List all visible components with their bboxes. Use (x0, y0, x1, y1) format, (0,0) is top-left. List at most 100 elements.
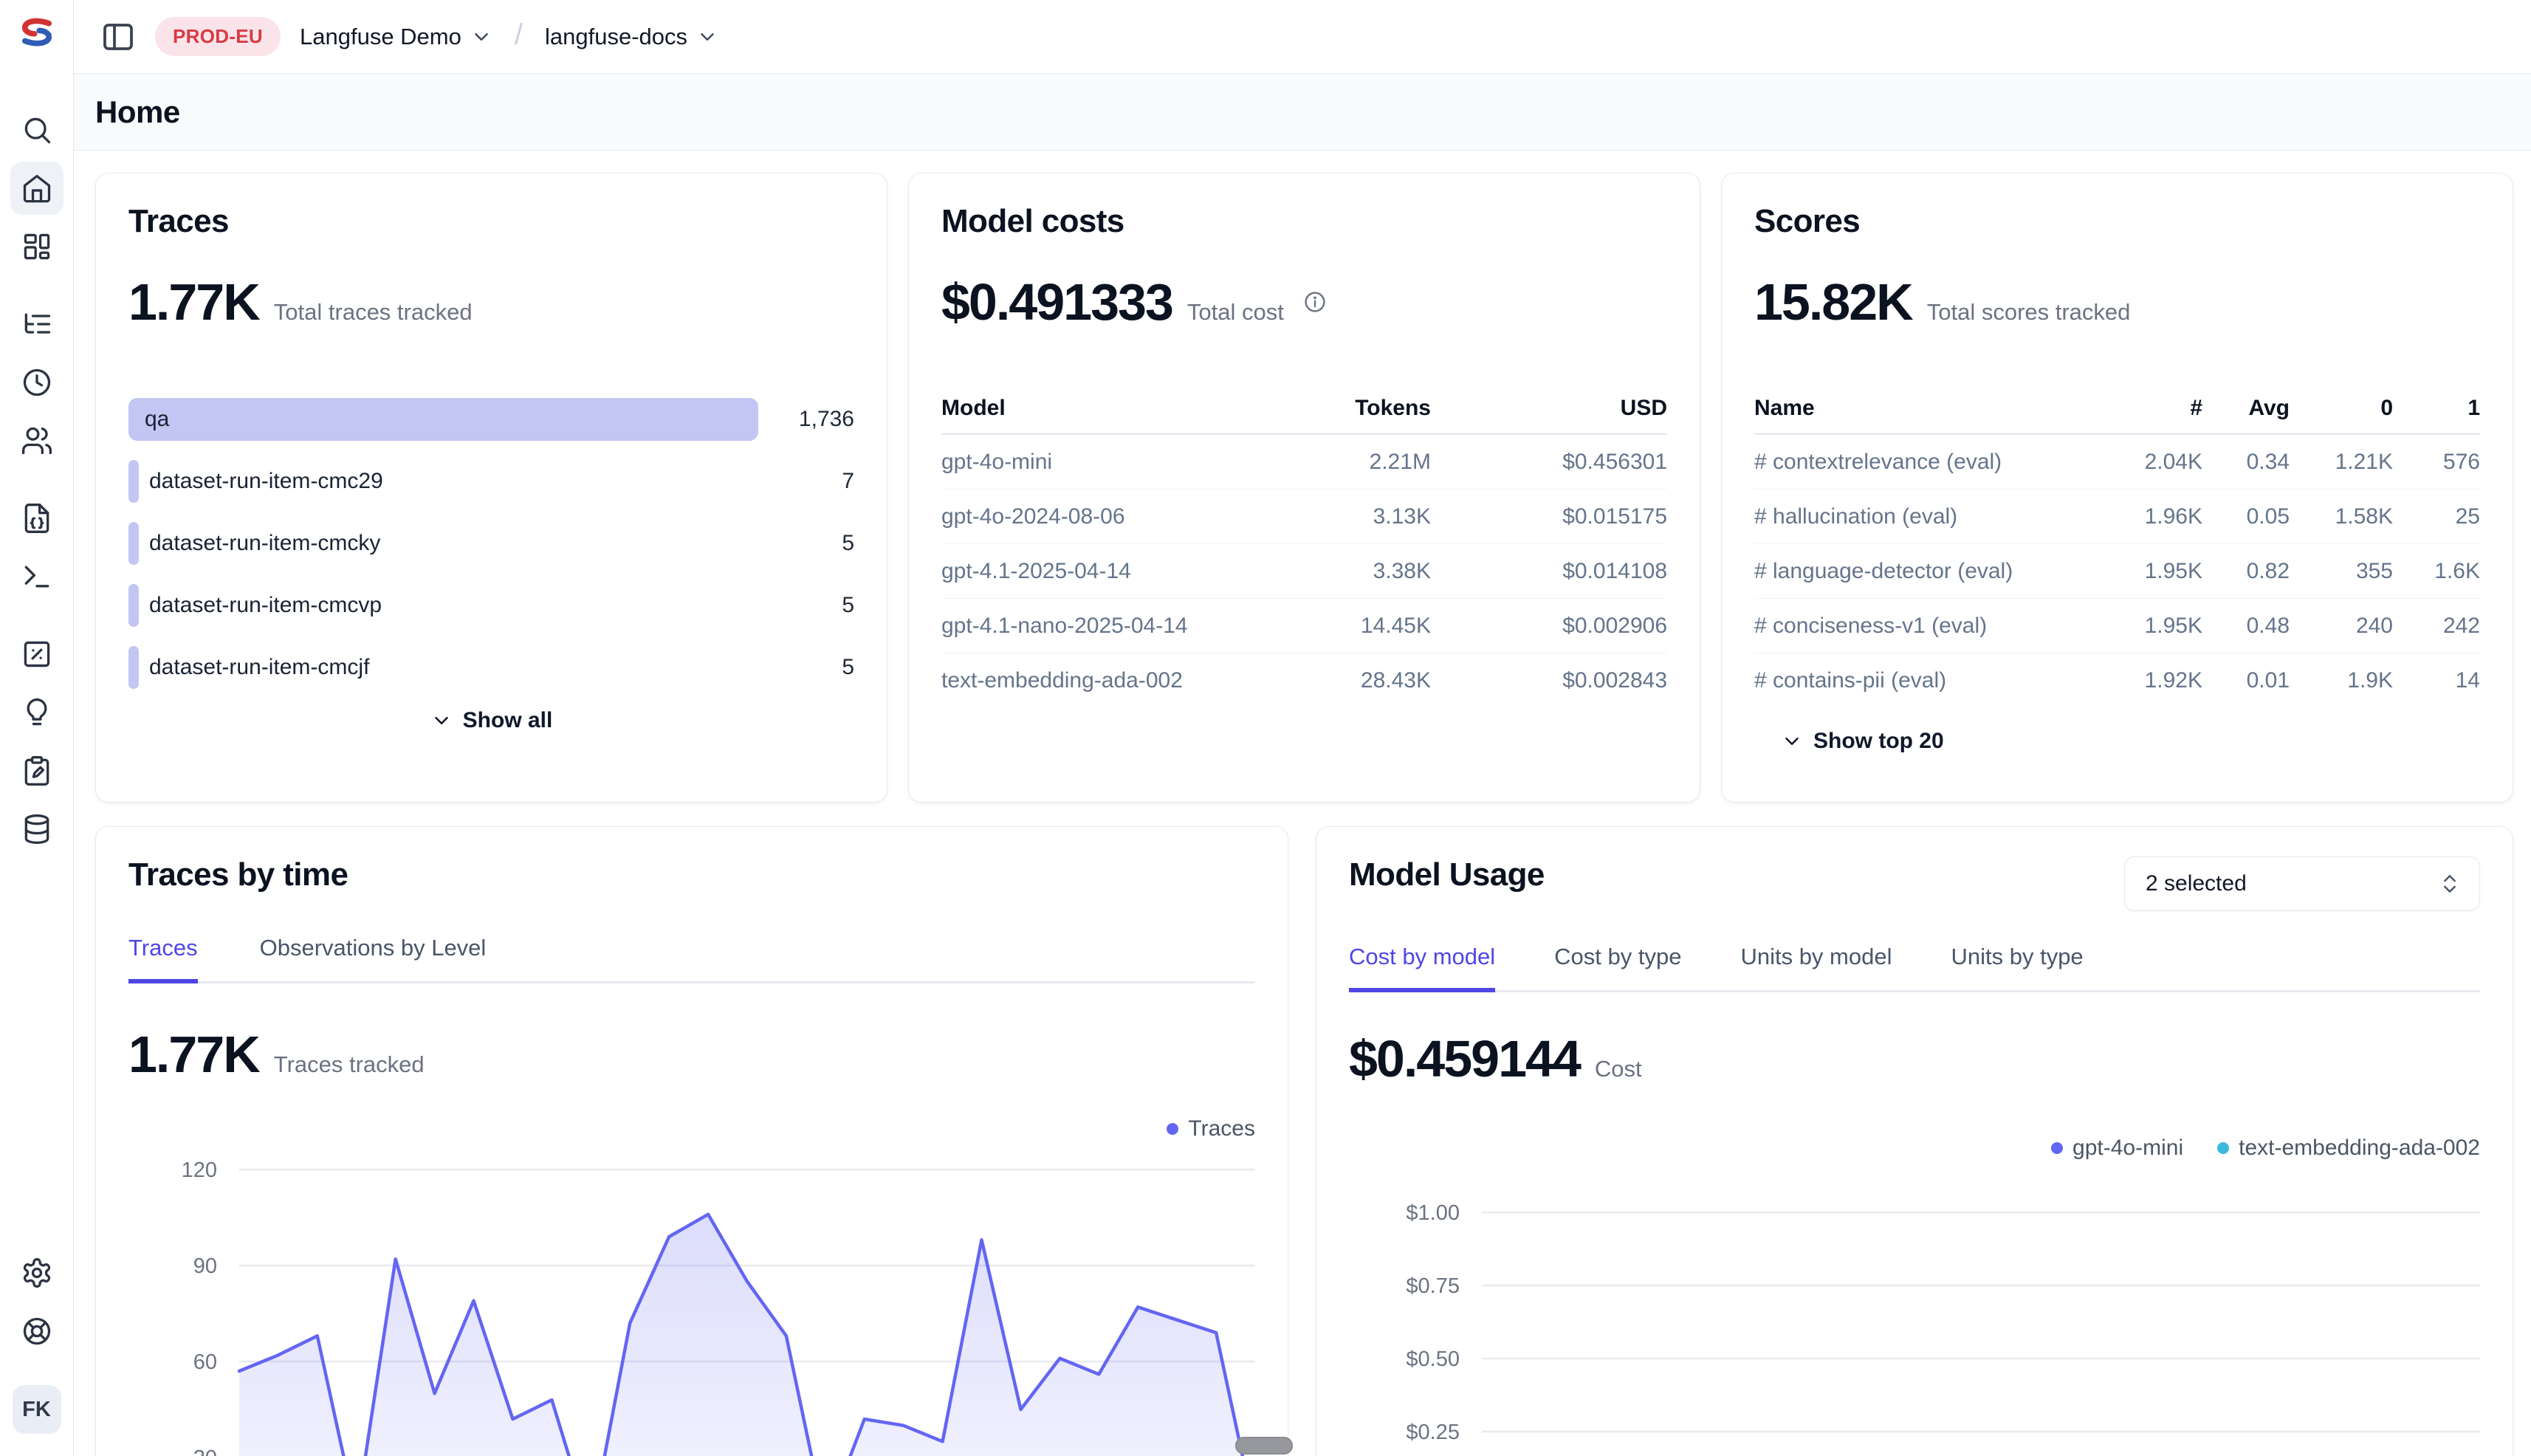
bar-fill (128, 398, 758, 441)
scrollbar-thumb[interactable] (1235, 1437, 1293, 1455)
cell-tokens: 3.13K (1224, 504, 1431, 529)
model-costs-metric-label: Total cost (1187, 299, 1284, 326)
cell-name: # contextrelevance (eval) (1754, 450, 2092, 475)
tab-units-by-type[interactable]: Units by type (1951, 944, 2083, 992)
traces-by-time-card: Traces by time TracesObservations by Lev… (95, 826, 1288, 1456)
sidebar-toggle-icon[interactable] (100, 19, 136, 55)
cell-usd: $0.015175 (1431, 504, 1667, 529)
avatar[interactable]: FK (13, 1385, 61, 1434)
legend-dot-icon (1167, 1123, 1178, 1135)
cell-zero: 355 (2290, 559, 2393, 584)
trace-bar-row[interactable]: dataset-run-item-cmcjf5 (128, 646, 854, 689)
svg-text:$0.75: $0.75 (1406, 1274, 1460, 1298)
org-switcher[interactable]: Langfuse Demo (300, 24, 492, 50)
bar-fill (128, 522, 139, 565)
settings-gear-icon[interactable] (10, 1246, 63, 1299)
clock-icon[interactable] (10, 356, 63, 409)
scores-title: Scores (1754, 203, 2480, 240)
bar-fill (128, 584, 139, 627)
square-percent-icon[interactable] (10, 628, 63, 681)
cell-avg: 0.48 (2202, 614, 2290, 639)
model-costs-title: Model costs (941, 203, 1667, 240)
cell-tokens: 28.43K (1224, 668, 1431, 693)
terminal-icon[interactable] (10, 550, 63, 603)
database-icon[interactable] (10, 803, 63, 856)
tab-cost-by-type[interactable]: Cost by type (1554, 944, 1681, 992)
show-all-button[interactable]: Show all (128, 708, 854, 733)
score-row: # language-detector (eval)1.95K0.823551.… (1754, 544, 2480, 599)
chevrons-up-down-icon (2438, 872, 2462, 896)
model-cost-row: gpt-4o-2024-08-063.13K$0.015175 (941, 490, 1667, 544)
legend-dot-icon (2217, 1142, 2229, 1154)
usage-line-chart: $1.00$0.75$0.50$0.25 (1349, 1161, 2480, 1456)
traces-metric: 1.77K Total traces tracked (128, 272, 854, 332)
tab-units-by-model[interactable]: Units by model (1740, 944, 1892, 992)
bar-track: dataset-run-item-cmcvp (128, 584, 758, 627)
legend-dot-icon (2051, 1142, 2063, 1154)
cell-one: 576 (2393, 450, 2480, 475)
traces-metric-label: Total traces tracked (274, 299, 473, 326)
search-icon[interactable] (10, 103, 63, 157)
bar-fill (128, 460, 139, 503)
chevron-down-icon (430, 710, 453, 732)
sidebar: FK (0, 0, 74, 1456)
cell-usd: $0.002906 (1431, 614, 1667, 639)
legend-item: Traces (1167, 1116, 1255, 1141)
cell-name: # contains-pii (eval) (1754, 668, 2092, 693)
langfuse-logo-icon (18, 16, 56, 49)
cell-tokens: 14.45K (1224, 614, 1431, 639)
life-buoy-icon[interactable] (10, 1305, 63, 1358)
svg-text:60: 60 (193, 1350, 217, 1374)
cell-zero: 1.9K (2290, 668, 2393, 693)
scores-card: Scores 15.82K Total scores tracked Name … (1721, 173, 2513, 803)
show-top-20-button[interactable]: Show top 20 (1754, 729, 2480, 754)
app-window: FK PROD-EU Langfuse Demo / langfuse-docs (0, 0, 2531, 1456)
model-cost-row: gpt-4o-mini2.21M$0.456301 (941, 435, 1667, 490)
cell-tokens: 3.38K (1224, 559, 1431, 584)
score-row: # conciseness-v1 (eval)1.95K0.48240242 (1754, 599, 2480, 653)
tab-observations-by-level[interactable]: Observations by Level (260, 935, 487, 983)
model-usage-header: Model Usage 2 selected (1349, 856, 2480, 911)
model-cost-row: text-embedding-ada-00228.43K$0.002843 (941, 653, 1667, 708)
cell-avg: 0.01 (2202, 668, 2290, 693)
clipboard-pen-icon[interactable] (10, 744, 63, 797)
bar-label: dataset-run-item-cmc29 (149, 469, 383, 494)
lightbulb-icon[interactable] (10, 686, 63, 739)
bar-label: qa (145, 407, 169, 432)
bar-fill (128, 646, 139, 689)
home-icon[interactable] (10, 162, 63, 215)
score-row: # contains-pii (eval)1.92K0.011.9K14 (1754, 653, 2480, 708)
tab-traces[interactable]: Traces (128, 935, 198, 983)
env-badge: PROD-EU (155, 17, 281, 56)
model-costs-metric: $0.491333 Total cost (941, 272, 1667, 332)
scores-table-body: # contextrelevance (eval)2.04K0.341.21K5… (1754, 435, 2480, 708)
model-select-dropdown[interactable]: 2 selected (2124, 856, 2480, 911)
model-usage-tabs: Cost by model Cost by type Units by model U… (1349, 944, 2480, 992)
trace-bar-row[interactable]: dataset-run-item-cmc297 (128, 460, 854, 503)
project-switcher[interactable]: langfuse-docs (545, 24, 718, 50)
svg-text:120: 120 (182, 1158, 217, 1182)
trace-bar-row[interactable]: dataset-run-item-cmcvp5 (128, 584, 854, 627)
users-icon[interactable] (10, 414, 63, 467)
info-icon[interactable] (1303, 290, 1327, 314)
trace-bar-row[interactable]: qa 1,736 (128, 398, 854, 441)
file-code-icon[interactable] (10, 492, 63, 545)
bar-track: dataset-run-item-cmcky (128, 522, 758, 565)
cell-tokens: 2.21M (1224, 450, 1431, 475)
bar-value: 1,736 (758, 407, 854, 432)
bar-value: 5 (758, 593, 854, 618)
model-usage-metric-value: $0.459144 (1349, 1029, 1580, 1088)
cell-zero: 1.58K (2290, 504, 2393, 529)
cell-model: gpt-4o-mini (941, 450, 1224, 475)
scores-table: Name # Avg 0 1 # contextrelevance (eval)… (1754, 383, 2480, 708)
bar-track: dataset-run-item-cmc29 (128, 460, 758, 503)
cell-avg: 0.82 (2202, 559, 2290, 584)
tab-cost-by-model[interactable]: Cost by model (1349, 944, 1495, 992)
trace-bar-row[interactable]: dataset-run-item-cmcky5 (128, 522, 854, 565)
traces-card-title: Traces (128, 203, 854, 240)
cell-name: # hallucination (eval) (1754, 504, 2092, 529)
traces-by-time-tabs: Traces Observations by Level (128, 935, 1255, 983)
dashboard-grid-icon[interactable] (10, 220, 63, 273)
scores-metric-value: 15.82K (1754, 272, 1912, 332)
list-tree-icon[interactable] (10, 298, 63, 351)
